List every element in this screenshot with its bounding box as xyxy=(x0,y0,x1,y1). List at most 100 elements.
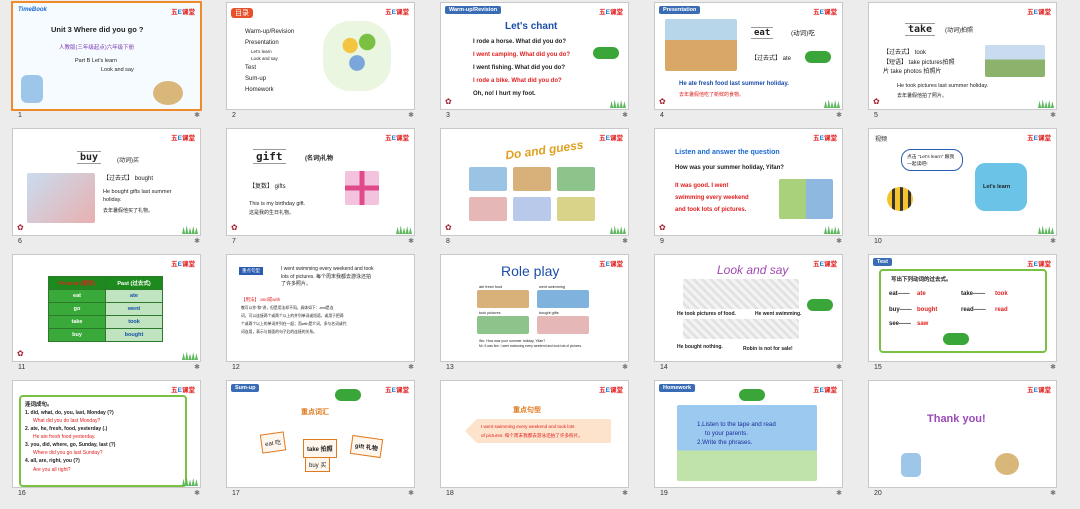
dialogue-line: Wu: How was your summer holiday, Yifan? xyxy=(479,339,546,343)
chant-line: I rode a bike. What did you do? xyxy=(473,78,562,84)
star-icon[interactable]: ✱ xyxy=(836,363,842,371)
table-cell: take xyxy=(48,315,106,329)
slide-number: 7 xyxy=(232,238,236,245)
star-icon[interactable]: ✱ xyxy=(622,237,628,245)
slide-thumb-10[interactable]: 视频 五E课堂 点击 "Let's learn" 跟我一起读吧! Let's l… xyxy=(860,128,1064,250)
slide-thumb-15[interactable]: Test 五E课堂 写出下列动词的过去式。 eat—— ate take—— t… xyxy=(860,254,1064,376)
slide-thumb-12[interactable]: 重点句型 I went swimming every weekend and t… xyxy=(218,254,422,376)
star-icon[interactable]: ✱ xyxy=(622,489,628,497)
slide-2[interactable]: 目录 五E课堂 Warm-up/Revision Presentation Le… xyxy=(226,2,415,110)
slide-thumb-8[interactable]: 五E课堂 Do and guess ✿ 8 ✱ xyxy=(432,128,636,250)
flower-icon: ✿ xyxy=(17,223,24,232)
star-icon[interactable]: ✱ xyxy=(194,363,200,371)
slide-thumb-17[interactable]: Sum-up 五E课堂 重点词汇 eat 吃 take 拍照 buy 买 gif… xyxy=(218,380,422,502)
slide-16[interactable]: 五E课堂 连词成句。 1. did, what, do, you, last, … xyxy=(12,380,201,488)
slide-number: 9 xyxy=(660,238,664,245)
slide-thumb-1[interactable]: TimeBook 五E课堂 Unit 3 Where did you go ? … xyxy=(4,1,208,124)
star-icon[interactable]: ✱ xyxy=(1050,111,1056,119)
slide-1[interactable]: TimeBook 五E课堂 Unit 3 Where did you go ? … xyxy=(11,1,202,111)
slide-number: 17 xyxy=(232,490,240,497)
slide-thumb-5[interactable]: 五E课堂 take (动词)拍照 【过去式】 took 【短语】 take pi… xyxy=(860,2,1064,124)
activity-photo xyxy=(513,197,551,221)
caption-line: He took pictures of food. xyxy=(677,311,736,317)
vocab-word: gift xyxy=(253,149,286,164)
slide-6[interactable]: 五E课堂 buy (动词)买 【过去式】 bought He bought gi… xyxy=(12,128,201,236)
slide-thumb-9[interactable]: 五E课堂 Listen and answer the question How … xyxy=(646,128,850,250)
table-row: go went xyxy=(48,302,163,316)
slide-5[interactable]: 五E课堂 take (动词)拍照 【过去式】 took 【短语】 take pi… xyxy=(868,2,1057,110)
star-icon[interactable]: ✱ xyxy=(622,363,628,371)
star-icon[interactable]: ✱ xyxy=(194,489,200,497)
slide-17[interactable]: Sum-up 五E课堂 重点词汇 eat 吃 take 拍照 buy 买 gif… xyxy=(226,380,415,488)
chant-line: I went camping. What did you do? xyxy=(473,52,570,58)
slide-15[interactable]: Test 五E课堂 写出下列动词的过去式。 eat—— ate take—— t… xyxy=(868,254,1057,362)
slide-thumb-18[interactable]: 五E课堂 重点句型 I went swimming every weekend … xyxy=(432,380,636,502)
star-icon[interactable]: ✱ xyxy=(836,111,842,119)
slide-thumb-7[interactable]: 五E课堂 gift (名词)礼物 【复数】 gifts This is my b… xyxy=(218,128,422,250)
flower-icon: ✿ xyxy=(445,97,452,106)
slide-9[interactable]: 五E课堂 Listen and answer the question How … xyxy=(654,128,843,236)
slide-title: Look and say xyxy=(717,263,789,277)
section-tag: Sum-up xyxy=(231,384,260,392)
star-icon[interactable]: ✱ xyxy=(1050,237,1056,245)
slide-thumb-14[interactable]: 五E课堂 Look and say He took pictures of fo… xyxy=(646,254,850,376)
slide-13[interactable]: 五E课堂 Role play ate fresh food went swimm… xyxy=(440,254,629,362)
vocab-word: take xyxy=(905,23,936,36)
slide-sorter-grid: TimeBook 五E课堂 Unit 3 Where did you go ? … xyxy=(4,1,1078,507)
slide-3[interactable]: Warm-up/Revision 五E课堂 Let's chant I rode… xyxy=(440,2,629,110)
slide-4[interactable]: Presentation 五E课堂 eat (动词)吃 【过去式】 ate He… xyxy=(654,2,843,110)
example-sentence: holiday. xyxy=(103,197,122,203)
star-icon[interactable]: ✱ xyxy=(194,111,200,119)
brand-mark: 五E课堂 xyxy=(813,9,837,16)
star-icon[interactable]: ✱ xyxy=(836,237,842,245)
slide-10[interactable]: 视频 五E课堂 点击 "Let's learn" 跟我一起读吧! Let's l… xyxy=(868,128,1057,236)
star-icon[interactable]: ✱ xyxy=(1050,363,1056,371)
activity-photo xyxy=(557,197,595,221)
example-translation: 去年暑假他拍了照片。 xyxy=(897,93,948,99)
slide-thumb-16[interactable]: 五E课堂 连词成句。 1. did, what, do, you, last, … xyxy=(4,380,208,502)
example-translation: 这是我的生日礼物。 xyxy=(249,210,295,216)
slide-thumb-11[interactable]: 五E课堂 Present (原形) Past (过去式) eat ate go wen… xyxy=(4,254,208,376)
slide-18[interactable]: 五E课堂 重点句型 I went swimming every weekend … xyxy=(440,380,629,488)
slide-title: Let's chant xyxy=(505,21,558,32)
brand-mark: 五E课堂 xyxy=(599,9,623,16)
play-button-icon[interactable] xyxy=(807,299,833,311)
shopping-photo xyxy=(27,173,95,223)
play-button-icon[interactable] xyxy=(335,389,361,401)
slide-12[interactable]: 重点句型 I went swimming every weekend and t… xyxy=(226,254,415,362)
star-icon[interactable]: ✱ xyxy=(836,489,842,497)
star-icon[interactable]: ✱ xyxy=(408,111,414,119)
toc-item: Test xyxy=(245,65,257,71)
slide-20[interactable]: 五E课堂 Thank you! xyxy=(868,380,1057,488)
slide-thumb-2[interactable]: 目录 五E课堂 Warm-up/Revision Presentation Le… xyxy=(218,2,422,124)
play-button-icon[interactable] xyxy=(943,333,969,345)
caption-line: He bought nothing. xyxy=(677,344,723,350)
slide-7[interactable]: 五E课堂 gift (名词)礼物 【复数】 gifts This is my b… xyxy=(226,128,415,236)
star-icon[interactable]: ✱ xyxy=(1050,489,1056,497)
slide-thumb-4[interactable]: Presentation 五E课堂 eat (动词)吃 【过去式】 ate He… xyxy=(646,2,850,124)
slide-thumb-20[interactable]: 五E课堂 Thank you! 20 ✱ xyxy=(860,380,1064,502)
logo: TimeBook xyxy=(18,7,47,13)
play-button-icon[interactable] xyxy=(593,47,619,59)
slide-number: 2 xyxy=(232,112,236,119)
vocab-word: eat xyxy=(751,27,774,39)
slide-19[interactable]: Homework 五E课堂 1.Listen to the tape and r… xyxy=(654,380,843,488)
slide-thumb-6[interactable]: 五E课堂 buy (动词)买 【过去式】 bought He bought gi… xyxy=(4,128,208,250)
slide-8[interactable]: 五E课堂 Do and guess ✿ xyxy=(440,128,629,236)
activity-photo xyxy=(537,290,589,308)
star-icon[interactable]: ✱ xyxy=(194,237,200,245)
play-button-icon[interactable] xyxy=(739,389,765,401)
play-button-icon[interactable] xyxy=(805,51,831,63)
slide-thumb-19[interactable]: Homework 五E课堂 1.Listen to the tape and r… xyxy=(646,380,850,502)
star-icon[interactable]: ✱ xyxy=(408,489,414,497)
slide-14[interactable]: 五E课堂 Look and say He took pictures of fo… xyxy=(654,254,843,362)
exercise-line: 4. all, are, right, you (?) xyxy=(25,458,80,464)
star-icon[interactable]: ✱ xyxy=(408,363,414,371)
slide-number: 4 xyxy=(660,112,664,119)
star-icon[interactable]: ✱ xyxy=(622,111,628,119)
slide-thumb-3[interactable]: Warm-up/Revision 五E课堂 Let's chant I rode… xyxy=(432,2,636,124)
flower-icon: ✿ xyxy=(17,349,24,358)
star-icon[interactable]: ✱ xyxy=(408,237,414,245)
slide-11[interactable]: 五E课堂 Present (原形) Past (过去式) eat ate go wen… xyxy=(12,254,201,362)
slide-thumb-13[interactable]: 五E课堂 Role play ate fresh food went swimm… xyxy=(432,254,636,376)
